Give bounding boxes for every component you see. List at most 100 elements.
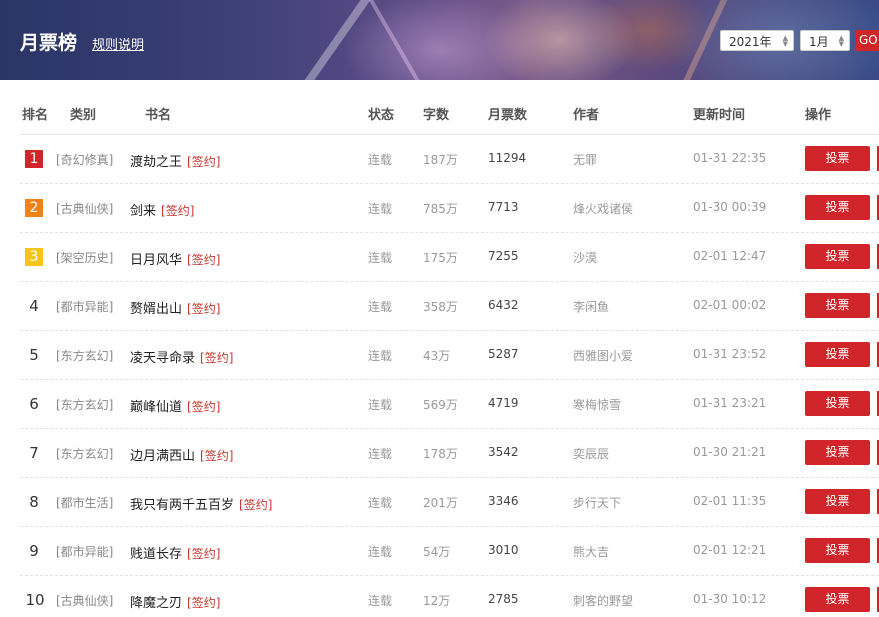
- category-label: [东方玄幻]: [56, 349, 114, 363]
- month-select[interactable]: 1月 ▲ ▼: [800, 30, 850, 51]
- rules-link[interactable]: 规则说明: [92, 34, 144, 53]
- signed-tag: [签约]: [187, 400, 221, 414]
- vote-count: 6432: [488, 298, 519, 312]
- status-label: 连载: [368, 300, 393, 314]
- author-link[interactable]: 寒梅惊雪: [573, 396, 621, 413]
- header-rank: 排名: [22, 108, 49, 123]
- update-time: 02-01 12:47: [693, 249, 767, 263]
- author-link[interactable]: 步行天下: [573, 494, 621, 511]
- rank-number: 10: [25, 591, 45, 609]
- table-row: 9 [都市异能] 贱道长存 [签约] 连载 54万 3010 熊大吉 02-01 …: [0, 527, 879, 576]
- vote-button[interactable]: 投票: [805, 195, 870, 220]
- vote-count: 11294: [488, 151, 527, 165]
- status-label: 连载: [368, 153, 393, 167]
- book-title-link[interactable]: 贱道长存 [签约]: [130, 543, 220, 562]
- author-link[interactable]: 烽火戏诸侯: [573, 200, 633, 217]
- table-header: 排名 类别 书名 状态 字数 月票数 作者 更新时间 操作: [0, 80, 879, 135]
- author-link[interactable]: 沙漠: [573, 249, 597, 266]
- vote-count: 5287: [488, 347, 519, 361]
- category-label: [奇幻修真]: [56, 153, 114, 167]
- update-time: 01-30 10:12: [693, 592, 767, 606]
- month-select-value: 1月: [809, 35, 829, 49]
- update-time: 02-01 00:02: [693, 298, 767, 312]
- signed-tag: [签约]: [187, 253, 221, 267]
- vote-button[interactable]: 投票: [805, 538, 870, 563]
- book-title: 巅峰仙道: [130, 400, 183, 415]
- vote-button[interactable]: 投票: [805, 146, 870, 171]
- header-author: 作者: [573, 108, 600, 123]
- author-link[interactable]: 无罪: [573, 151, 597, 168]
- book-title-link[interactable]: 凌天寻命录 [签约]: [130, 347, 233, 366]
- banner: 月票榜 规则说明 2021年 ▲ ▼ 1月 ▲ ▼ GO: [0, 0, 879, 80]
- word-count: 178万: [423, 447, 458, 461]
- updown-arrow-icon: ▲ ▼: [782, 34, 788, 48]
- book-title-link[interactable]: 渡劫之王 [签约]: [130, 151, 220, 170]
- year-select-value: 2021年: [729, 35, 772, 49]
- updown-arrow-icon: ▲ ▼: [838, 34, 844, 48]
- book-title: 赘婿出山: [130, 302, 183, 317]
- update-time: 02-01 12:21: [693, 543, 767, 557]
- update-time: 01-30 00:39: [693, 200, 767, 214]
- vote-count: 3010: [488, 543, 519, 557]
- book-title: 降魔之刃: [130, 596, 183, 611]
- table-row: 3 [架空历史] 日月风华 [签约] 连载 175万 7255 沙漠 02-01 …: [0, 233, 879, 282]
- vote-button[interactable]: 投票: [805, 391, 870, 416]
- author-link[interactable]: 刺客的野望: [573, 592, 633, 609]
- vote-button[interactable]: 投票: [805, 440, 870, 465]
- book-title-link[interactable]: 边月满西山 [签约]: [130, 445, 233, 464]
- table-row: 7 [东方玄幻] 边月满西山 [签约] 连载 178万 3542 奕辰辰 01-3…: [0, 429, 879, 478]
- word-count: 12万: [423, 594, 451, 608]
- signed-tag: [签约]: [239, 498, 273, 512]
- rank-number: 4: [29, 297, 39, 315]
- book-title: 渡劫之王: [130, 155, 183, 170]
- author-link[interactable]: 熊大吉: [573, 543, 609, 560]
- signed-tag: [签约]: [187, 596, 221, 610]
- table-row: 8 [都市生活] 我只有两千五百岁 [签约] 连载 201万 3346 步行天下 …: [0, 478, 879, 527]
- book-title-link[interactable]: 日月风华 [签约]: [130, 249, 220, 268]
- category-label: [东方玄幻]: [56, 447, 114, 461]
- signed-tag: [签约]: [200, 449, 234, 463]
- header-updated: 更新时间: [693, 108, 746, 123]
- go-button[interactable]: GO: [855, 30, 879, 51]
- book-title-link[interactable]: 剑来 [签约]: [130, 200, 194, 219]
- book-title-link[interactable]: 赘婿出山 [签约]: [130, 298, 220, 317]
- status-label: 连载: [368, 349, 393, 363]
- word-count: 201万: [423, 496, 458, 510]
- category-label: [都市生活]: [56, 496, 114, 510]
- rank-badge: 3: [25, 248, 43, 266]
- signed-tag: [签约]: [187, 547, 221, 561]
- author-link[interactable]: 奕辰辰: [573, 445, 609, 462]
- vote-count: 3542: [488, 445, 519, 459]
- vote-button[interactable]: 投票: [805, 587, 870, 612]
- book-title-link[interactable]: 巅峰仙道 [签约]: [130, 396, 220, 415]
- word-count: 569万: [423, 398, 458, 412]
- rank-number: 8: [29, 493, 39, 511]
- book-title-link[interactable]: 我只有两千五百岁 [签约]: [130, 494, 272, 513]
- page-title: 月票榜: [20, 32, 78, 54]
- vote-count: 3346: [488, 494, 519, 508]
- vote-count: 7713: [488, 200, 519, 214]
- update-time: 01-31 22:35: [693, 151, 767, 165]
- vote-button[interactable]: 投票: [805, 293, 870, 318]
- word-count: 785万: [423, 202, 458, 216]
- header-votes: 月票数: [488, 108, 528, 123]
- header-book: 书名: [145, 108, 172, 123]
- rank-badge: 1: [25, 150, 43, 168]
- update-time: 02-01 11:35: [693, 494, 767, 508]
- author-link[interactable]: 李闲鱼: [573, 298, 609, 315]
- update-time: 01-30 21:21: [693, 445, 767, 459]
- category-label: [古典仙侠]: [56, 202, 114, 216]
- word-count: 187万: [423, 153, 458, 167]
- vote-button[interactable]: 投票: [805, 489, 870, 514]
- book-title-link[interactable]: 降魔之刃 [签约]: [130, 592, 220, 611]
- year-select[interactable]: 2021年 ▲ ▼: [720, 30, 794, 51]
- table-row: 10 [古典仙侠] 降魔之刃 [签约] 连载 12万 2785 刺客的野望 01-…: [0, 576, 879, 617]
- book-title: 边月满西山: [130, 449, 196, 464]
- vote-button[interactable]: 投票: [805, 244, 870, 269]
- header-action: 操作: [805, 108, 832, 123]
- category-label: [都市异能]: [56, 545, 114, 559]
- vote-button[interactable]: 投票: [805, 342, 870, 367]
- table-row: 5 [东方玄幻] 凌天寻命录 [签约] 连载 43万 5287 西雅图小爱 01-…: [0, 331, 879, 380]
- author-link[interactable]: 西雅图小爱: [573, 347, 633, 364]
- book-title: 日月风华: [130, 253, 183, 268]
